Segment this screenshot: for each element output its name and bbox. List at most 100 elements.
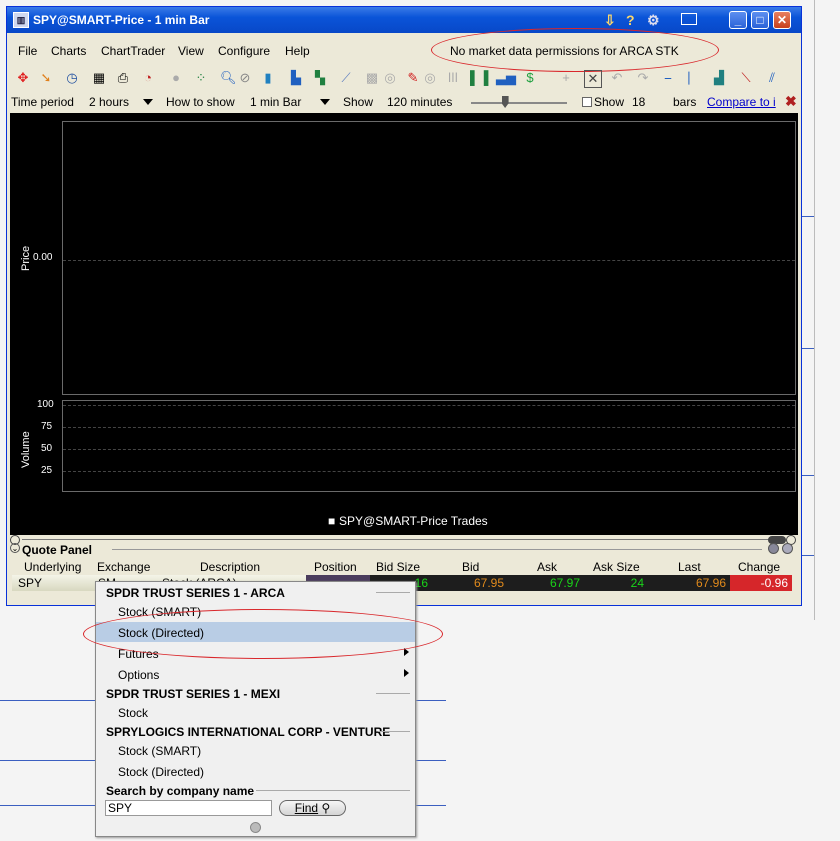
channel-icon[interactable]: ⫽ [764,70,780,86]
collapse-icon[interactable]: ⌄ [10,543,20,553]
menu-file[interactable]: File [18,44,37,58]
quote-columns-header: Underlying Exchange Description Position… [12,559,792,574]
crosshair-icon[interactable]: ✥ [15,70,31,86]
gauge-icon[interactable]: ◔ [140,70,156,86]
group-header-label: SPDR TRUST SERIES 1 - ARCA [106,586,285,600]
company-search-input[interactable]: SPY [105,800,272,816]
menu-item-options[interactable]: Options [96,664,415,684]
cell-ask: 67.97 [549,576,580,590]
quote-panel-title: Quote Panel [22,543,93,557]
maximize-button[interactable]: □ [751,11,769,29]
menu-view[interactable]: View [178,44,204,58]
trendline-icon[interactable]: ⟋ [338,70,354,86]
group-header-label: SPDR TRUST SERIES 1 - MEXI [106,687,281,701]
grid-icon[interactable]: ▦ [91,70,107,86]
app-icon: ▥ [13,12,29,28]
cell-underlying[interactable]: SPY [18,576,42,590]
legend-marker: ■ [328,514,336,528]
cell-ask-size: 24 [630,576,644,590]
trade-icon[interactable]: ▙ [288,70,304,86]
menu-item-label: Stock (SMART) [118,744,202,758]
chevron-down-icon[interactable] [320,99,330,105]
pin-icon[interactable]: ⇩ [604,12,616,29]
popup-group-header: SPDR TRUST SERIES 1 - MEXI [96,683,415,703]
popup-separator [378,731,410,732]
cell-bid-size: 16 [414,576,428,590]
ray-icon[interactable]: ⟍ [738,70,754,86]
show-bars-checkbox[interactable] [582,97,592,107]
clock-icon[interactable]: ◷ [64,70,80,86]
volume-gridline [63,449,795,450]
tools-icon[interactable]: ⚙ [647,12,660,29]
pointer-icon[interactable]: ➘ [38,70,54,86]
title-bar[interactable]: ▥ SPY@SMART-Price - 1 min Bar ⇩ ? ⚙ _ □ … [7,7,801,33]
column-description[interactable]: Description [200,560,260,574]
volume-bars-icon[interactable]: ▃▅ [496,70,516,86]
chart-canvas[interactable]: Price 0.00 Volume 100 75 50 25 ■ SPY@SMA… [10,113,798,535]
column-last[interactable]: Last [678,560,701,574]
volume-gridline [63,427,795,428]
price-pane[interactable] [62,121,796,395]
plus-icon: + [562,70,570,85]
compare-to-link[interactable]: Compare to i [707,95,783,109]
options-bar: Time period 2 hours How to show 1 min Ba… [7,93,801,111]
chart-toolbar: ✥ ➘ ◷ ▦ ⎙ ◔ ● ⁘ 🔍︎ ⊘ ▮ ▙ ▚ ⟋ ▩ ◎ ✎ ◎ ǀǀǀ… [7,67,801,91]
duration-slider[interactable] [471,102,567,104]
panel-close-icon[interactable] [782,543,793,554]
close-button[interactable]: ✕ [773,11,791,29]
menu-item-stock-smart-venture[interactable]: Stock (SMART) [96,740,415,760]
menu-charttrader[interactable]: ChartTrader [101,44,165,58]
scatter-icon[interactable]: ⁘ [193,70,209,86]
select-tool-icon[interactable]: ✕ [584,70,602,88]
show-bars-label: Show [594,95,625,109]
search-label: Search by company name [106,784,255,798]
candle-icon[interactable]: ▌▐ [470,70,488,86]
vertical-line-icon[interactable]: ⎸ [687,70,703,86]
menu-help[interactable]: Help [285,44,310,58]
column-change[interactable]: Change [738,560,780,574]
column-ask[interactable]: Ask [537,560,557,574]
time-period-select[interactable]: 2 hours [89,95,129,109]
bars-count-input[interactable]: 18 [632,95,645,109]
pencil-icon[interactable]: ✎ [405,70,421,86]
time-period-label: Time period [11,95,74,109]
fibonacci-icon[interactable]: ▟ [711,70,727,86]
eraser-icon: ◎ [424,70,436,85]
window-mode-icon[interactable] [681,13,697,25]
popup-separator [376,592,410,593]
menu-item-stock-directed-venture[interactable]: Stock (Directed) [96,761,415,781]
undo-icon: ↶ [611,70,623,85]
show-duration-value: 120 minutes [387,95,453,109]
horizontal-line-icon[interactable]: ⎯ [660,70,676,86]
how-to-show-select[interactable]: 1 min Bar [250,95,301,109]
panel-settings-icon[interactable] [768,543,779,554]
background-gridline [0,760,95,761]
dollar-icon[interactable]: $ [522,70,538,86]
popup-group-header: SPRYLOGICS INTERNATIONAL CORP - VENTURE [96,721,415,741]
column-bid-size[interactable]: Bid Size [376,560,420,574]
volume-gridline [63,471,795,472]
column-position[interactable]: Position [314,560,357,574]
menu-item-stock[interactable]: Stock [96,702,415,722]
more-options-icon[interactable] [250,822,261,833]
column-ask-size[interactable]: Ask Size [593,560,640,574]
print-icon[interactable]: ⎙ [115,70,131,86]
submenu-arrow-icon [404,669,409,677]
minimize-button[interactable]: _ [729,11,747,29]
reset-zoom-icon[interactable]: ⊘ [237,70,253,86]
column-bid[interactable]: Bid [462,560,479,574]
column-underlying[interactable]: Underlying [24,560,81,574]
duration-slider-thumb[interactable] [501,96,509,108]
find-button[interactable]: Find ⚲ [279,800,346,816]
column-exchange[interactable]: Exchange [97,560,150,574]
zoom-icon[interactable]: 🔍︎ [220,70,237,86]
menu-charts[interactable]: Charts [51,44,86,58]
volume-pane[interactable] [62,400,796,492]
scrollbar-track[interactable] [22,539,780,540]
chevron-down-icon[interactable] [143,99,153,105]
help-icon[interactable]: ? [626,12,635,28]
close-options-icon[interactable]: ✖ [785,93,797,110]
text-annotation-icon[interactable]: ▮ [260,70,276,86]
menu-configure[interactable]: Configure [218,44,270,58]
indicator-icon[interactable]: ▚ [312,70,328,86]
